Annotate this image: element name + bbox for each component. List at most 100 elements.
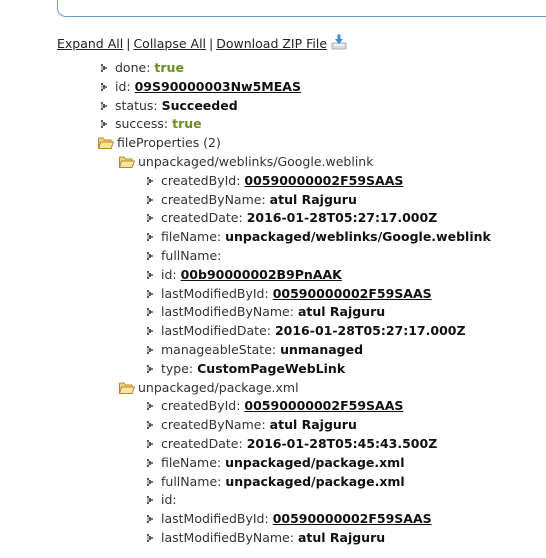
file-node[interactable]: unpackaged/package.xml bbox=[119, 379, 299, 397]
property-value: unmanaged bbox=[280, 342, 364, 357]
tree-bullet-icon[interactable] bbox=[147, 515, 153, 523]
tree-bullet-icon[interactable] bbox=[101, 102, 107, 110]
property-key: lastModifiedById: bbox=[161, 285, 269, 301]
tree-bullet-icon[interactable] bbox=[147, 440, 153, 448]
property-value[interactable]: 00590000002F59SAAS bbox=[273, 511, 432, 526]
property-row: lastModifiedById: 00590000002F59SAAS bbox=[147, 285, 432, 303]
property-key: done: bbox=[115, 60, 151, 75]
property-key: fileName: bbox=[161, 454, 222, 470]
tree-bullet-icon[interactable] bbox=[101, 120, 107, 128]
property-value[interactable]: 00590000002F59SAAS bbox=[273, 286, 432, 301]
tree-bullet-icon[interactable] bbox=[147, 233, 153, 241]
tree-bullet-icon[interactable] bbox=[101, 64, 107, 72]
property-row: lastModifiedByName: atul Rajguru bbox=[147, 529, 385, 547]
property-value: 2016-01-28T05:27:17.000Z bbox=[274, 323, 466, 339]
property-key: status: bbox=[115, 97, 158, 113]
property-key: createdByName: bbox=[161, 417, 266, 433]
property-value[interactable]: 00590000002F59SAAS bbox=[244, 398, 403, 413]
separator: | bbox=[209, 36, 214, 51]
property-key: fileName: bbox=[161, 229, 222, 245]
property-key: createdDate: bbox=[161, 436, 243, 451]
property-key: manageableState: bbox=[161, 342, 277, 357]
tree-bullet-icon[interactable] bbox=[147, 346, 153, 354]
tree-bullet-icon[interactable] bbox=[147, 196, 153, 204]
property-value: true bbox=[172, 116, 202, 132]
property-key: lastModifiedByName: bbox=[161, 304, 294, 320]
property-key: lastModifiedById: bbox=[161, 511, 269, 527]
folder-open-icon[interactable] bbox=[119, 155, 135, 168]
tree-bullet-icon[interactable] bbox=[147, 402, 153, 410]
tree-bullet-icon[interactable] bbox=[147, 496, 153, 504]
tree-bullet-icon[interactable] bbox=[147, 534, 153, 542]
property-row: fileName: unpackaged/weblinks/Google.web… bbox=[147, 228, 491, 246]
property-key: id: bbox=[161, 492, 177, 508]
property-row: success: true bbox=[101, 115, 202, 133]
property-key: type: bbox=[161, 360, 194, 376]
query-panel bbox=[57, 0, 546, 17]
property-row: createdByName: atul Rajguru bbox=[147, 416, 357, 434]
expand-all-link[interactable]: Expand All bbox=[57, 36, 123, 51]
property-value: atul Rajguru bbox=[269, 191, 357, 207]
folder-label: fileProperties (2) bbox=[117, 135, 221, 151]
property-value: atul Rajguru bbox=[269, 417, 357, 433]
property-row: createdDate: 2016-01-28T05:27:17.000Z bbox=[147, 209, 437, 227]
property-key: lastModifiedByName: bbox=[161, 530, 294, 545]
property-row: fullName: bbox=[147, 247, 221, 265]
property-row: createdDate: 2016-01-28T05:45:43.500Z bbox=[147, 435, 437, 453]
property-row: fileName: unpackaged/package.xml bbox=[147, 454, 405, 472]
tree-bullet-icon[interactable] bbox=[147, 365, 153, 373]
separator: | bbox=[126, 36, 131, 51]
file-node[interactable]: unpackaged/weblinks/Google.weblink bbox=[119, 153, 373, 171]
property-row: done: true bbox=[101, 59, 184, 77]
property-key: createdById: bbox=[161, 172, 241, 188]
property-key: success: bbox=[115, 116, 169, 132]
property-row: lastModifiedById: 00590000002F59SAAS bbox=[147, 510, 432, 528]
property-row: id: 09S90000003Nw5MEAS bbox=[101, 78, 301, 96]
file-properties-node[interactable]: fileProperties (2) bbox=[98, 134, 221, 152]
property-value[interactable]: 00590000002F59SAAS bbox=[244, 173, 403, 188]
tree-bullet-icon[interactable] bbox=[147, 177, 153, 185]
property-value: atul Rajguru bbox=[297, 304, 386, 320]
tree-bullet-icon[interactable] bbox=[147, 478, 153, 486]
property-value: true bbox=[154, 60, 184, 75]
tree-bullet-icon[interactable] bbox=[147, 327, 153, 335]
property-key: fullName: bbox=[161, 248, 222, 263]
property-key: lastModifiedDate: bbox=[161, 323, 271, 339]
download-zip-link[interactable]: Download ZIP File bbox=[216, 36, 327, 51]
property-value[interactable]: 00b90000002B9PnAAK bbox=[181, 267, 342, 282]
tree-actions: Expand All | Collapse All | Download ZIP Fil… bbox=[57, 34, 347, 51]
tree-bullet-icon[interactable] bbox=[147, 421, 153, 429]
property-row: id: bbox=[147, 491, 177, 509]
tree-bullet-icon[interactable] bbox=[147, 271, 153, 279]
tree-bullet-icon[interactable] bbox=[147, 214, 153, 222]
property-value: 2016-01-28T05:27:17.000Z bbox=[246, 210, 438, 226]
property-row: lastModifiedByName: atul Rajguru bbox=[147, 303, 385, 321]
property-row: id: 00b90000002B9PnAAK bbox=[147, 266, 342, 284]
property-value: unpackaged/package.xml bbox=[225, 473, 405, 489]
property-key: createdByName: bbox=[161, 191, 266, 207]
collapse-all-link[interactable]: Collapse All bbox=[133, 36, 206, 51]
property-row: manageableState: unmanaged bbox=[147, 341, 363, 359]
property-row: createdByName: atul Rajguru bbox=[147, 191, 357, 209]
tree-bullet-icon[interactable] bbox=[147, 252, 153, 260]
folder-open-icon[interactable] bbox=[119, 381, 135, 394]
property-value: atul Rajguru bbox=[297, 530, 386, 545]
property-key: id: bbox=[115, 78, 131, 94]
property-value[interactable]: 09S90000003Nw5MEAS bbox=[135, 79, 301, 94]
property-row: type: CustomPageWebLink bbox=[147, 360, 345, 378]
property-key: id: bbox=[161, 266, 177, 282]
download-tray-icon[interactable] bbox=[331, 34, 347, 50]
tree-bullet-icon[interactable] bbox=[147, 290, 153, 298]
tree-bullet-icon[interactable] bbox=[147, 308, 153, 316]
property-row: status: Succeeded bbox=[101, 97, 238, 115]
property-key: fullName: bbox=[161, 473, 222, 489]
tree-bullet-icon[interactable] bbox=[147, 459, 153, 467]
folder-label: unpackaged/weblinks/Google.weblink bbox=[138, 154, 374, 169]
folder-open-icon[interactable] bbox=[98, 136, 114, 149]
property-value: unpackaged/weblinks/Google.weblink bbox=[225, 229, 491, 245]
property-value: unpackaged/package.xml bbox=[225, 454, 405, 470]
property-row: lastModifiedDate: 2016-01-28T05:27:17.00… bbox=[147, 322, 466, 340]
property-key: createdDate: bbox=[161, 210, 243, 226]
tree-bullet-icon[interactable] bbox=[101, 83, 107, 91]
folder-label: unpackaged/package.xml bbox=[138, 379, 299, 395]
